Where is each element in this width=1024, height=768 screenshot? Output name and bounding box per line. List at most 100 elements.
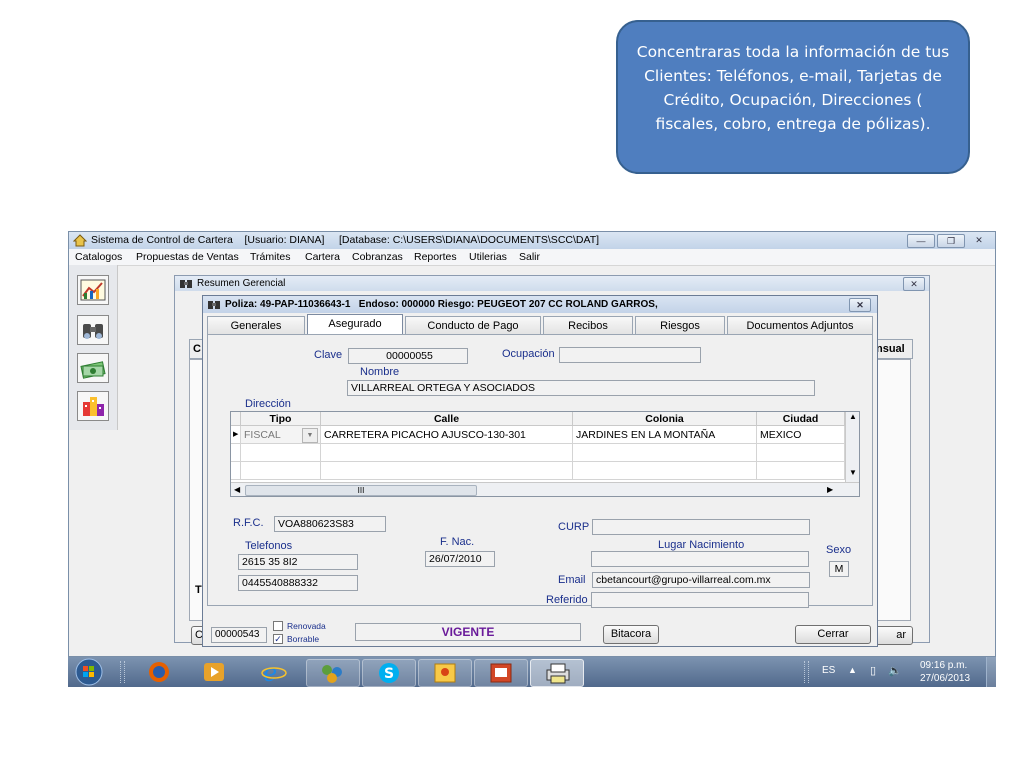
language-indicator[interactable]: ES — [822, 665, 835, 676]
home-icon — [73, 234, 87, 247]
internet-explorer-icon[interactable]: e — [260, 660, 288, 684]
rfc-field[interactable]: VOA880623S83 — [274, 516, 386, 532]
media-player-icon[interactable] — [202, 661, 228, 683]
table-row-empty[interactable] — [757, 462, 845, 480]
taskbar-powerpoint[interactable] — [474, 659, 528, 687]
lugar-nacimiento-label: Lugar Nacimiento — [658, 539, 745, 551]
tab-recibos[interactable]: Recibos — [543, 316, 633, 334]
table-row-ciudad[interactable]: MEXICO — [757, 426, 845, 444]
menu-utilerias[interactable]: Utilerias — [469, 249, 507, 265]
menu-cobranzas[interactable]: Cobranzas — [352, 249, 403, 265]
clock-date[interactable]: 27/06/2013 — [920, 673, 970, 684]
clave-label: Clave — [314, 349, 343, 361]
close-button[interactable]: ✕ — [967, 234, 991, 246]
money-icon — [80, 361, 106, 379]
poliza-close-button[interactable]: ✕ — [849, 298, 871, 312]
minimize-button[interactable]: — — [907, 234, 935, 248]
money-button[interactable] — [77, 353, 109, 383]
table-row-empty[interactable] — [321, 444, 573, 462]
table-row-tipo[interactable]: FISCAL ▼ — [241, 426, 321, 444]
battery-icon[interactable]: ▯ — [870, 664, 876, 677]
poliza-code-field: 00000543 — [211, 627, 267, 643]
table-row-empty[interactable] — [757, 444, 845, 462]
show-desktop-button[interactable] — [986, 657, 996, 687]
borrable-checkbox[interactable]: ✓ — [273, 634, 283, 644]
chart-button[interactable] — [77, 275, 109, 305]
table-row-colonia[interactable]: JARDINES EN LA MONTAÑA — [573, 426, 757, 444]
grid-header-ciudad[interactable]: Ciudad — [757, 412, 845, 426]
start-button[interactable] — [74, 658, 104, 686]
grid-vertical-scrollbar[interactable]: ▲ ▼ — [845, 412, 859, 482]
tab-documentos-adjuntos[interactable]: Documentos Adjuntos — [727, 316, 873, 334]
grid-header-tipo[interactable]: Tipo — [241, 412, 321, 426]
renovada-checkbox[interactable] — [273, 621, 283, 631]
app-title-bar: Sistema de Control de Cartera [Usuario: … — [69, 232, 995, 249]
app-icon — [434, 663, 456, 683]
binoculars-button[interactable] — [77, 315, 109, 345]
taskbar-people-app[interactable] — [306, 659, 360, 687]
cerrar-button[interactable]: Cerrar — [795, 625, 871, 644]
menu-tramites[interactable]: Trámites — [250, 249, 290, 265]
menu-propuestas[interactable]: Propuestas de Ventas — [136, 249, 239, 265]
telefono-2-field[interactable]: 0445540888332 — [238, 575, 358, 591]
menu-reportes[interactable]: Reportes — [414, 249, 457, 265]
skype-icon: S — [379, 663, 399, 683]
scroll-thumb[interactable]: III — [245, 485, 477, 496]
resumen-button-partial-right[interactable]: ar — [873, 626, 913, 645]
email-label: Email — [558, 574, 586, 586]
table-row-empty — [231, 444, 241, 462]
bitacora-button[interactable]: Bitacora — [603, 625, 659, 644]
referido-field[interactable] — [591, 592, 809, 608]
taskbar-skype[interactable]: S — [362, 659, 416, 687]
grid-horizontal-scrollbar[interactable]: ◀ III ▶ — [231, 482, 859, 496]
rfc-label: R.F.C. — [233, 517, 264, 529]
scroll-right-icon[interactable]: ▶ — [827, 483, 833, 496]
nombre-label: Nombre — [360, 366, 400, 378]
people-icon — [322, 665, 342, 683]
scroll-left-icon[interactable]: ◀ — [234, 483, 240, 496]
table-row-empty[interactable] — [573, 462, 757, 480]
chevron-up-icon[interactable]: ▲ — [848, 665, 857, 675]
ocupacion-field[interactable] — [559, 347, 701, 363]
menu-cartera[interactable]: Cartera — [305, 249, 340, 265]
grid-header-calle[interactable]: Calle — [321, 412, 573, 426]
resumen-close-button[interactable]: ✕ — [903, 277, 925, 291]
fnac-field[interactable]: 26/07/2010 — [425, 551, 495, 567]
table-row-empty[interactable] — [241, 462, 321, 480]
referido-label: Referido — [546, 594, 588, 606]
callout-text: Concentraras toda la información de tus … — [636, 43, 950, 133]
clock-time[interactable]: 09:16 p.m. — [920, 660, 967, 671]
chevron-down-icon[interactable]: ▼ — [302, 428, 318, 443]
tab-asegurado[interactable]: Asegurado — [307, 314, 403, 335]
telefono-1-field[interactable]: 2615 35 8I2 — [238, 554, 358, 570]
buildings-icon — [83, 397, 104, 416]
clave-field[interactable]: 00000055 — [348, 348, 468, 364]
table-row-empty[interactable] — [573, 444, 757, 462]
menu-catalogos[interactable]: Catalogos — [75, 249, 122, 265]
table-row-empty[interactable] — [321, 462, 573, 480]
nombre-field[interactable]: VILLARREAL ORTEGA Y ASOCIADOS — [347, 380, 815, 396]
curp-field[interactable] — [592, 519, 810, 535]
tab-riesgos[interactable]: Riesgos — [635, 316, 725, 334]
tab-conducto-de-pago[interactable]: Conducto de Pago — [405, 316, 541, 334]
sexo-label: Sexo — [826, 544, 852, 556]
renovada-label: Renovada — [287, 621, 326, 631]
firefox-icon[interactable] — [146, 660, 172, 684]
lugar-nacimiento-field[interactable] — [591, 551, 809, 567]
taskbar-app-yellow[interactable] — [418, 659, 472, 687]
poliza-title: Poliza: 49-PAP-11036643-1 Endoso: 000000… — [225, 299, 658, 310]
tab-generales[interactable]: Generales — [207, 316, 305, 334]
volume-icon[interactable]: 🔈 — [888, 664, 902, 677]
grid-corner — [231, 412, 241, 426]
taskbar-scc-app[interactable] — [530, 659, 584, 687]
table-row-empty[interactable] — [241, 444, 321, 462]
menu-salir[interactable]: Salir — [519, 249, 540, 265]
row-indicator-icon: ▶ — [231, 426, 241, 444]
sexo-field[interactable]: M — [829, 561, 849, 577]
buildings-button[interactable] — [77, 391, 109, 421]
table-row-calle[interactable]: CARRETERA PICACHO AJUSCO-130-301 — [321, 426, 573, 444]
resumen-tab-partial-right[interactable]: nsual — [875, 339, 913, 359]
maximize-button[interactable]: ❐ — [937, 234, 965, 248]
grid-header-colonia[interactable]: Colonia — [573, 412, 757, 426]
email-field[interactable]: cbetancourt@grupo-villarreal.com.mx — [592, 572, 810, 588]
